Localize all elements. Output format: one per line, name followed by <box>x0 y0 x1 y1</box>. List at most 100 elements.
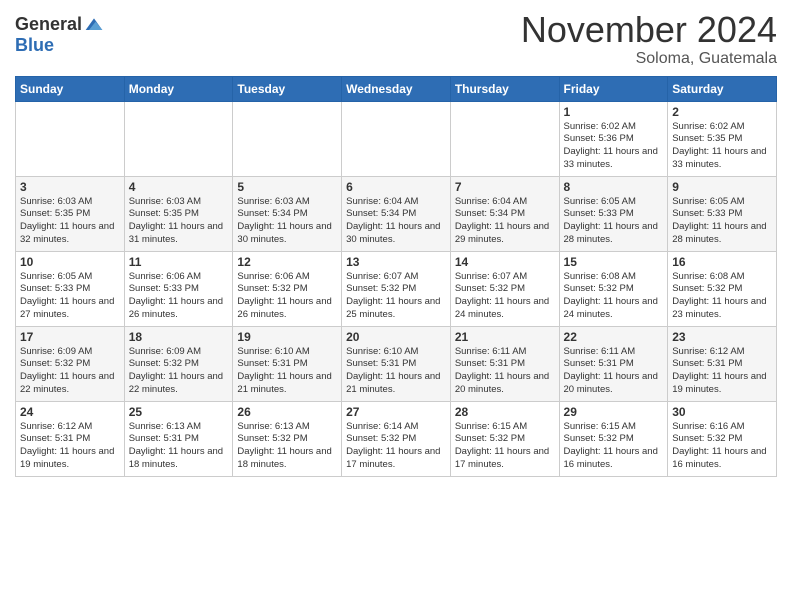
calendar-day-5: 5Sunrise: 6:03 AM Sunset: 5:34 PM Daylig… <box>233 176 342 251</box>
day-info: Sunrise: 6:13 AM Sunset: 5:31 PM Dayligh… <box>129 421 229 472</box>
calendar-day-24: 24Sunrise: 6:12 AM Sunset: 5:31 PM Dayli… <box>16 401 125 476</box>
day-info: Sunrise: 6:13 AM Sunset: 5:32 PM Dayligh… <box>237 421 337 472</box>
weekday-header-wednesday: Wednesday <box>342 76 451 101</box>
day-number: 9 <box>672 180 772 194</box>
calendar-day-15: 15Sunrise: 6:08 AM Sunset: 5:32 PM Dayli… <box>559 251 668 326</box>
weekday-header-friday: Friday <box>559 76 668 101</box>
day-info: Sunrise: 6:07 AM Sunset: 5:32 PM Dayligh… <box>346 271 446 322</box>
calendar-week-row: 3 Sunrise: 6:03 AM Sunset: 5:35 PM Daylig… <box>16 176 777 251</box>
day-number: 6 <box>346 180 446 194</box>
calendar-day-29: 29 Sunrise: 6:15 AM Sunset: 5:32 PM Dayli… <box>559 401 668 476</box>
calendar-day-16: 16 Sunrise: 6:08 AM Sunset: 5:32 PM Dayli… <box>668 251 777 326</box>
calendar-day-6: 6 Sunrise: 6:04 AM Sunset: 5:34 PM Daylig… <box>342 176 451 251</box>
calendar-day-14: 14 Sunrise: 6:07 AM Sunset: 5:32 PM Dayli… <box>450 251 559 326</box>
day-number: 30 <box>672 405 772 419</box>
calendar-day-27: 27 Sunrise: 6:14 AM Sunset: 5:32 PM Dayli… <box>342 401 451 476</box>
day-info: Sunrise: 6:12 AM Sunset: 5:31 PM Dayligh… <box>20 421 120 472</box>
day-number: 5 <box>237 180 337 194</box>
day-info: Sunrise: 6:12 AM Sunset: 5:31 PM Dayligh… <box>672 346 772 397</box>
day-number: 19 <box>237 330 337 344</box>
day-info: Sunrise: 6:03 AM Sunset: 5:35 PM Dayligh… <box>20 196 120 247</box>
calendar-week-row: 1Sunrise: 6:02 AM Sunset: 5:36 PM Daylig… <box>16 101 777 176</box>
calendar-week-row: 24Sunrise: 6:12 AM Sunset: 5:31 PM Dayli… <box>16 401 777 476</box>
day-number: 7 <box>455 180 555 194</box>
weekday-header-sunday: Sunday <box>16 76 125 101</box>
title-section: November 2024 Soloma, Guatemala <box>521 10 777 68</box>
day-info: Sunrise: 6:07 AM Sunset: 5:32 PM Dayligh… <box>455 271 555 322</box>
day-number: 10 <box>20 255 120 269</box>
day-info: Sunrise: 6:02 AM Sunset: 5:36 PM Dayligh… <box>564 121 664 172</box>
day-info: Sunrise: 6:05 AM Sunset: 5:33 PM Dayligh… <box>672 196 772 247</box>
weekday-header-thursday: Thursday <box>450 76 559 101</box>
logo-icon <box>84 15 104 35</box>
calendar-day-19: 19 Sunrise: 6:10 AM Sunset: 5:31 PM Dayli… <box>233 326 342 401</box>
calendar-day-11: 11 Sunrise: 6:06 AM Sunset: 5:33 PM Dayli… <box>124 251 233 326</box>
calendar-day-10: 10 Sunrise: 6:05 AM Sunset: 5:33 PM Dayli… <box>16 251 125 326</box>
calendar-empty-cell <box>450 101 559 176</box>
day-number: 23 <box>672 330 772 344</box>
calendar-day-28: 28Sunrise: 6:15 AM Sunset: 5:32 PM Dayli… <box>450 401 559 476</box>
calendar-day-13: 13 Sunrise: 6:07 AM Sunset: 5:32 PM Dayli… <box>342 251 451 326</box>
weekday-header-tuesday: Tuesday <box>233 76 342 101</box>
day-info: Sunrise: 6:14 AM Sunset: 5:32 PM Dayligh… <box>346 421 446 472</box>
day-number: 27 <box>346 405 446 419</box>
day-info: Sunrise: 6:11 AM Sunset: 5:31 PM Dayligh… <box>564 346 664 397</box>
calendar-week-row: 10 Sunrise: 6:05 AM Sunset: 5:33 PM Dayli… <box>16 251 777 326</box>
day-info: Sunrise: 6:04 AM Sunset: 5:34 PM Dayligh… <box>455 196 555 247</box>
calendar-day-2: 2Sunrise: 6:02 AM Sunset: 5:35 PM Daylig… <box>668 101 777 176</box>
calendar-day-4: 4 Sunrise: 6:03 AM Sunset: 5:35 PM Daylig… <box>124 176 233 251</box>
day-info: Sunrise: 6:11 AM Sunset: 5:31 PM Dayligh… <box>455 346 555 397</box>
day-number: 14 <box>455 255 555 269</box>
day-number: 4 <box>129 180 229 194</box>
day-number: 11 <box>129 255 229 269</box>
day-number: 8 <box>564 180 664 194</box>
calendar-day-30: 30 Sunrise: 6:16 AM Sunset: 5:32 PM Dayli… <box>668 401 777 476</box>
calendar-header-row: SundayMondayTuesdayWednesdayThursdayFrid… <box>16 76 777 101</box>
weekday-header-saturday: Saturday <box>668 76 777 101</box>
page-header: General Blue November 2024 Soloma, Guate… <box>15 10 777 68</box>
day-info: Sunrise: 6:06 AM Sunset: 5:33 PM Dayligh… <box>129 271 229 322</box>
calendar-empty-cell <box>16 101 125 176</box>
calendar-day-9: 9 Sunrise: 6:05 AM Sunset: 5:33 PM Daylig… <box>668 176 777 251</box>
calendar-empty-cell <box>342 101 451 176</box>
day-info: Sunrise: 6:08 AM Sunset: 5:32 PM Dayligh… <box>672 271 772 322</box>
weekday-header-monday: Monday <box>124 76 233 101</box>
day-number: 22 <box>564 330 664 344</box>
calendar-day-22: 22 Sunrise: 6:11 AM Sunset: 5:31 PM Dayli… <box>559 326 668 401</box>
day-info: Sunrise: 6:04 AM Sunset: 5:34 PM Dayligh… <box>346 196 446 247</box>
calendar-day-17: 17Sunrise: 6:09 AM Sunset: 5:32 PM Dayli… <box>16 326 125 401</box>
day-number: 3 <box>20 180 120 194</box>
day-number: 13 <box>346 255 446 269</box>
calendar-table: SundayMondayTuesdayWednesdayThursdayFrid… <box>15 76 777 477</box>
month-title: November 2024 <box>521 10 777 50</box>
day-info: Sunrise: 6:05 AM Sunset: 5:33 PM Dayligh… <box>20 271 120 322</box>
day-number: 25 <box>129 405 229 419</box>
day-number: 16 <box>672 255 772 269</box>
calendar-day-20: 20 Sunrise: 6:10 AM Sunset: 5:31 PM Dayli… <box>342 326 451 401</box>
calendar-day-3: 3 Sunrise: 6:03 AM Sunset: 5:35 PM Daylig… <box>16 176 125 251</box>
day-info: Sunrise: 6:16 AM Sunset: 5:32 PM Dayligh… <box>672 421 772 472</box>
calendar-empty-cell <box>233 101 342 176</box>
day-info: Sunrise: 6:03 AM Sunset: 5:35 PM Dayligh… <box>129 196 229 247</box>
calendar-day-18: 18Sunrise: 6:09 AM Sunset: 5:32 PM Dayli… <box>124 326 233 401</box>
day-info: Sunrise: 6:15 AM Sunset: 5:32 PM Dayligh… <box>564 421 664 472</box>
day-number: 28 <box>455 405 555 419</box>
day-info: Sunrise: 6:10 AM Sunset: 5:31 PM Dayligh… <box>346 346 446 397</box>
day-info: Sunrise: 6:05 AM Sunset: 5:33 PM Dayligh… <box>564 196 664 247</box>
day-info: Sunrise: 6:06 AM Sunset: 5:32 PM Dayligh… <box>237 271 337 322</box>
calendar-day-8: 8 Sunrise: 6:05 AM Sunset: 5:33 PM Daylig… <box>559 176 668 251</box>
day-number: 29 <box>564 405 664 419</box>
calendar-empty-cell <box>124 101 233 176</box>
day-number: 18 <box>129 330 229 344</box>
day-number: 20 <box>346 330 446 344</box>
calendar-day-1: 1Sunrise: 6:02 AM Sunset: 5:36 PM Daylig… <box>559 101 668 176</box>
page-container: General Blue November 2024 Soloma, Guate… <box>0 0 792 492</box>
calendar-day-7: 7 Sunrise: 6:04 AM Sunset: 5:34 PM Daylig… <box>450 176 559 251</box>
day-number: 12 <box>237 255 337 269</box>
logo-general-text: General <box>15 14 82 35</box>
day-info: Sunrise: 6:10 AM Sunset: 5:31 PM Dayligh… <box>237 346 337 397</box>
calendar-day-23: 23 Sunrise: 6:12 AM Sunset: 5:31 PM Dayli… <box>668 326 777 401</box>
day-number: 21 <box>455 330 555 344</box>
calendar-day-26: 26Sunrise: 6:13 AM Sunset: 5:32 PM Dayli… <box>233 401 342 476</box>
calendar-day-21: 21 Sunrise: 6:11 AM Sunset: 5:31 PM Dayli… <box>450 326 559 401</box>
